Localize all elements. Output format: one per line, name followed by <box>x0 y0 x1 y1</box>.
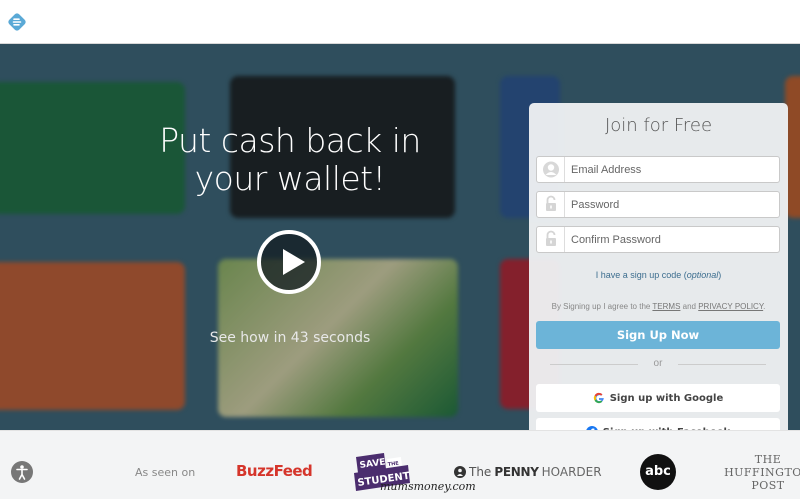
huff-line-2: HUFFINGTON <box>724 466 800 479</box>
signup-title: Join for Free <box>604 115 713 136</box>
code-link-text: I have a sign up code ( <box>595 270 687 280</box>
penny-penny: PENNY <box>494 465 539 479</box>
facebook-signup-button[interactable]: Sign up with Facebook <box>536 418 780 430</box>
lock-icon <box>537 192 565 217</box>
ebates-logo-icon[interactable] <box>7 12 27 32</box>
play-video-button[interactable] <box>257 230 321 294</box>
password-input[interactable] <box>571 195 771 214</box>
terms-link[interactable]: TERMS <box>652 302 680 311</box>
or-divider: or <box>550 358 766 370</box>
hero-headline: Put cash back in your wallet! <box>159 121 421 198</box>
sign-up-now-button[interactable]: Sign Up Now <box>536 321 780 349</box>
lock-icon <box>537 227 565 252</box>
code-link-suffix: ) <box>718 270 722 280</box>
huff-line-1: THE <box>754 453 782 466</box>
penny-hoarder: HOARDER <box>541 465 602 479</box>
abc-logo: abc <box>640 454 676 490</box>
buzzfeed-logo: BuzzFeed <box>236 462 313 480</box>
google-signup-label: Sign up with Google <box>609 392 724 404</box>
signup-panel: Join for Free I have a sign up code (opt… <box>529 103 788 430</box>
press-footer: As seen on BuzzFeed SAVE THE STUDENT! Th… <box>0 430 800 501</box>
email-field[interactable] <box>536 156 780 183</box>
code-link-optional: optional <box>686 270 719 280</box>
play-icon <box>283 249 305 275</box>
penny-hoarder-logo: The PENNY HOARDER <box>454 465 602 479</box>
divider-line <box>678 364 766 365</box>
terms-notice: By Signing up I agree to the TERMS and P… <box>529 302 788 311</box>
privacy-policy-link[interactable]: PRIVACY POLICY <box>698 302 763 311</box>
as-seen-on-label: As seen on <box>135 466 196 479</box>
terms-and: and <box>680 302 699 311</box>
accessibility-button[interactable] <box>11 461 33 483</box>
user-icon <box>537 157 565 182</box>
signup-code-link[interactable]: I have a sign up code (optional) <box>529 270 788 280</box>
terms-suffix: . <box>763 302 766 311</box>
google-signup-button[interactable]: Sign up with Google <box>536 384 780 412</box>
accessibility-icon <box>16 465 28 480</box>
email-input[interactable] <box>571 160 771 179</box>
confirm-password-field[interactable] <box>536 226 780 253</box>
terms-prefix: By Signing up I agree to the <box>551 302 653 311</box>
huff-line-3: POST <box>751 479 785 492</box>
confirm-password-input[interactable] <box>571 230 771 249</box>
google-icon <box>593 392 604 404</box>
watermark-text: mumsmoney.com <box>380 480 476 493</box>
penny-hoarder-icon <box>454 466 466 478</box>
penny-the: The <box>469 465 492 479</box>
top-navbar <box>0 0 800 44</box>
huffington-post-logo: THE HUFFINGTON POST <box>718 453 800 492</box>
video-caption: See how in 43 seconds <box>209 330 371 346</box>
password-field[interactable] <box>536 191 780 218</box>
hero-section: Put cash back in your wallet! See how in… <box>0 44 800 430</box>
